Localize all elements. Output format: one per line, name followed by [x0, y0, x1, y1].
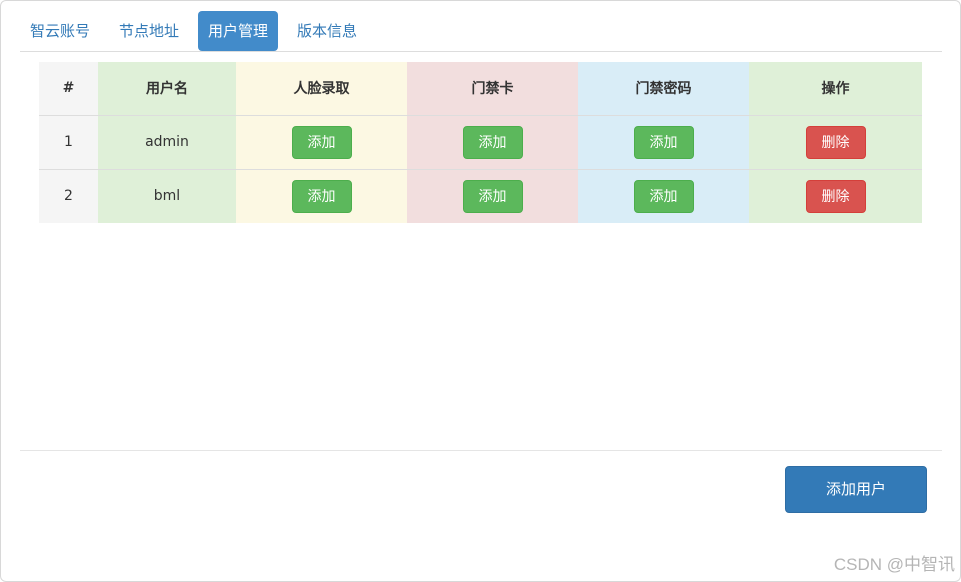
delete-user-button[interactable]: 删除 — [805, 125, 866, 159]
table-header-row: # 用户名 人脸录取 门禁卡 门禁密码 操作 — [39, 62, 922, 115]
tab-bar: 智云账号 节点地址 用户管理 版本信息 — [20, 11, 942, 52]
delete-user-button[interactable]: 删除 — [805, 179, 866, 213]
add-face-button[interactable]: 添加 — [291, 125, 352, 159]
add-password-button[interactable]: 添加 — [633, 125, 694, 159]
row-username: admin — [98, 114, 236, 169]
col-header-card: 门禁卡 — [407, 62, 578, 115]
row-index: 1 — [39, 114, 98, 169]
row-index: 2 — [39, 168, 98, 223]
add-user-button[interactable]: 添加用户 — [785, 466, 927, 513]
row-username: bml — [98, 168, 236, 223]
tab-version-info[interactable]: 版本信息 — [287, 11, 367, 51]
add-card-button[interactable]: 添加 — [462, 179, 523, 213]
add-card-button[interactable]: 添加 — [462, 125, 523, 159]
col-header-face: 人脸录取 — [236, 62, 407, 115]
tab-user-management[interactable]: 用户管理 — [198, 11, 279, 51]
table-row: 1 admin 添加 添加 添加 删除 — [39, 114, 922, 169]
user-management-panel: 智云账号 节点地址 用户管理 版本信息 # 用户名 人脸录取 门禁卡 门禁密码 … — [0, 0, 961, 582]
tab-node-address[interactable]: 节点地址 — [109, 11, 189, 51]
add-password-button[interactable]: 添加 — [633, 179, 694, 213]
watermark: CSDN @中智讯 — [833, 555, 955, 574]
col-header-password: 门禁密码 — [578, 62, 749, 115]
col-header-index: # — [39, 62, 98, 115]
col-header-username: 用户名 — [98, 62, 236, 115]
col-header-action: 操作 — [749, 62, 922, 115]
users-table: # 用户名 人脸录取 门禁卡 门禁密码 操作 1 admin 添加 添加 添加 … — [39, 62, 922, 223]
footer-divider — [20, 450, 942, 451]
tab-cloud-account[interactable]: 智云账号 — [20, 11, 100, 51]
table-row: 2 bml 添加 添加 添加 删除 — [39, 168, 922, 223]
add-face-button[interactable]: 添加 — [291, 179, 352, 213]
